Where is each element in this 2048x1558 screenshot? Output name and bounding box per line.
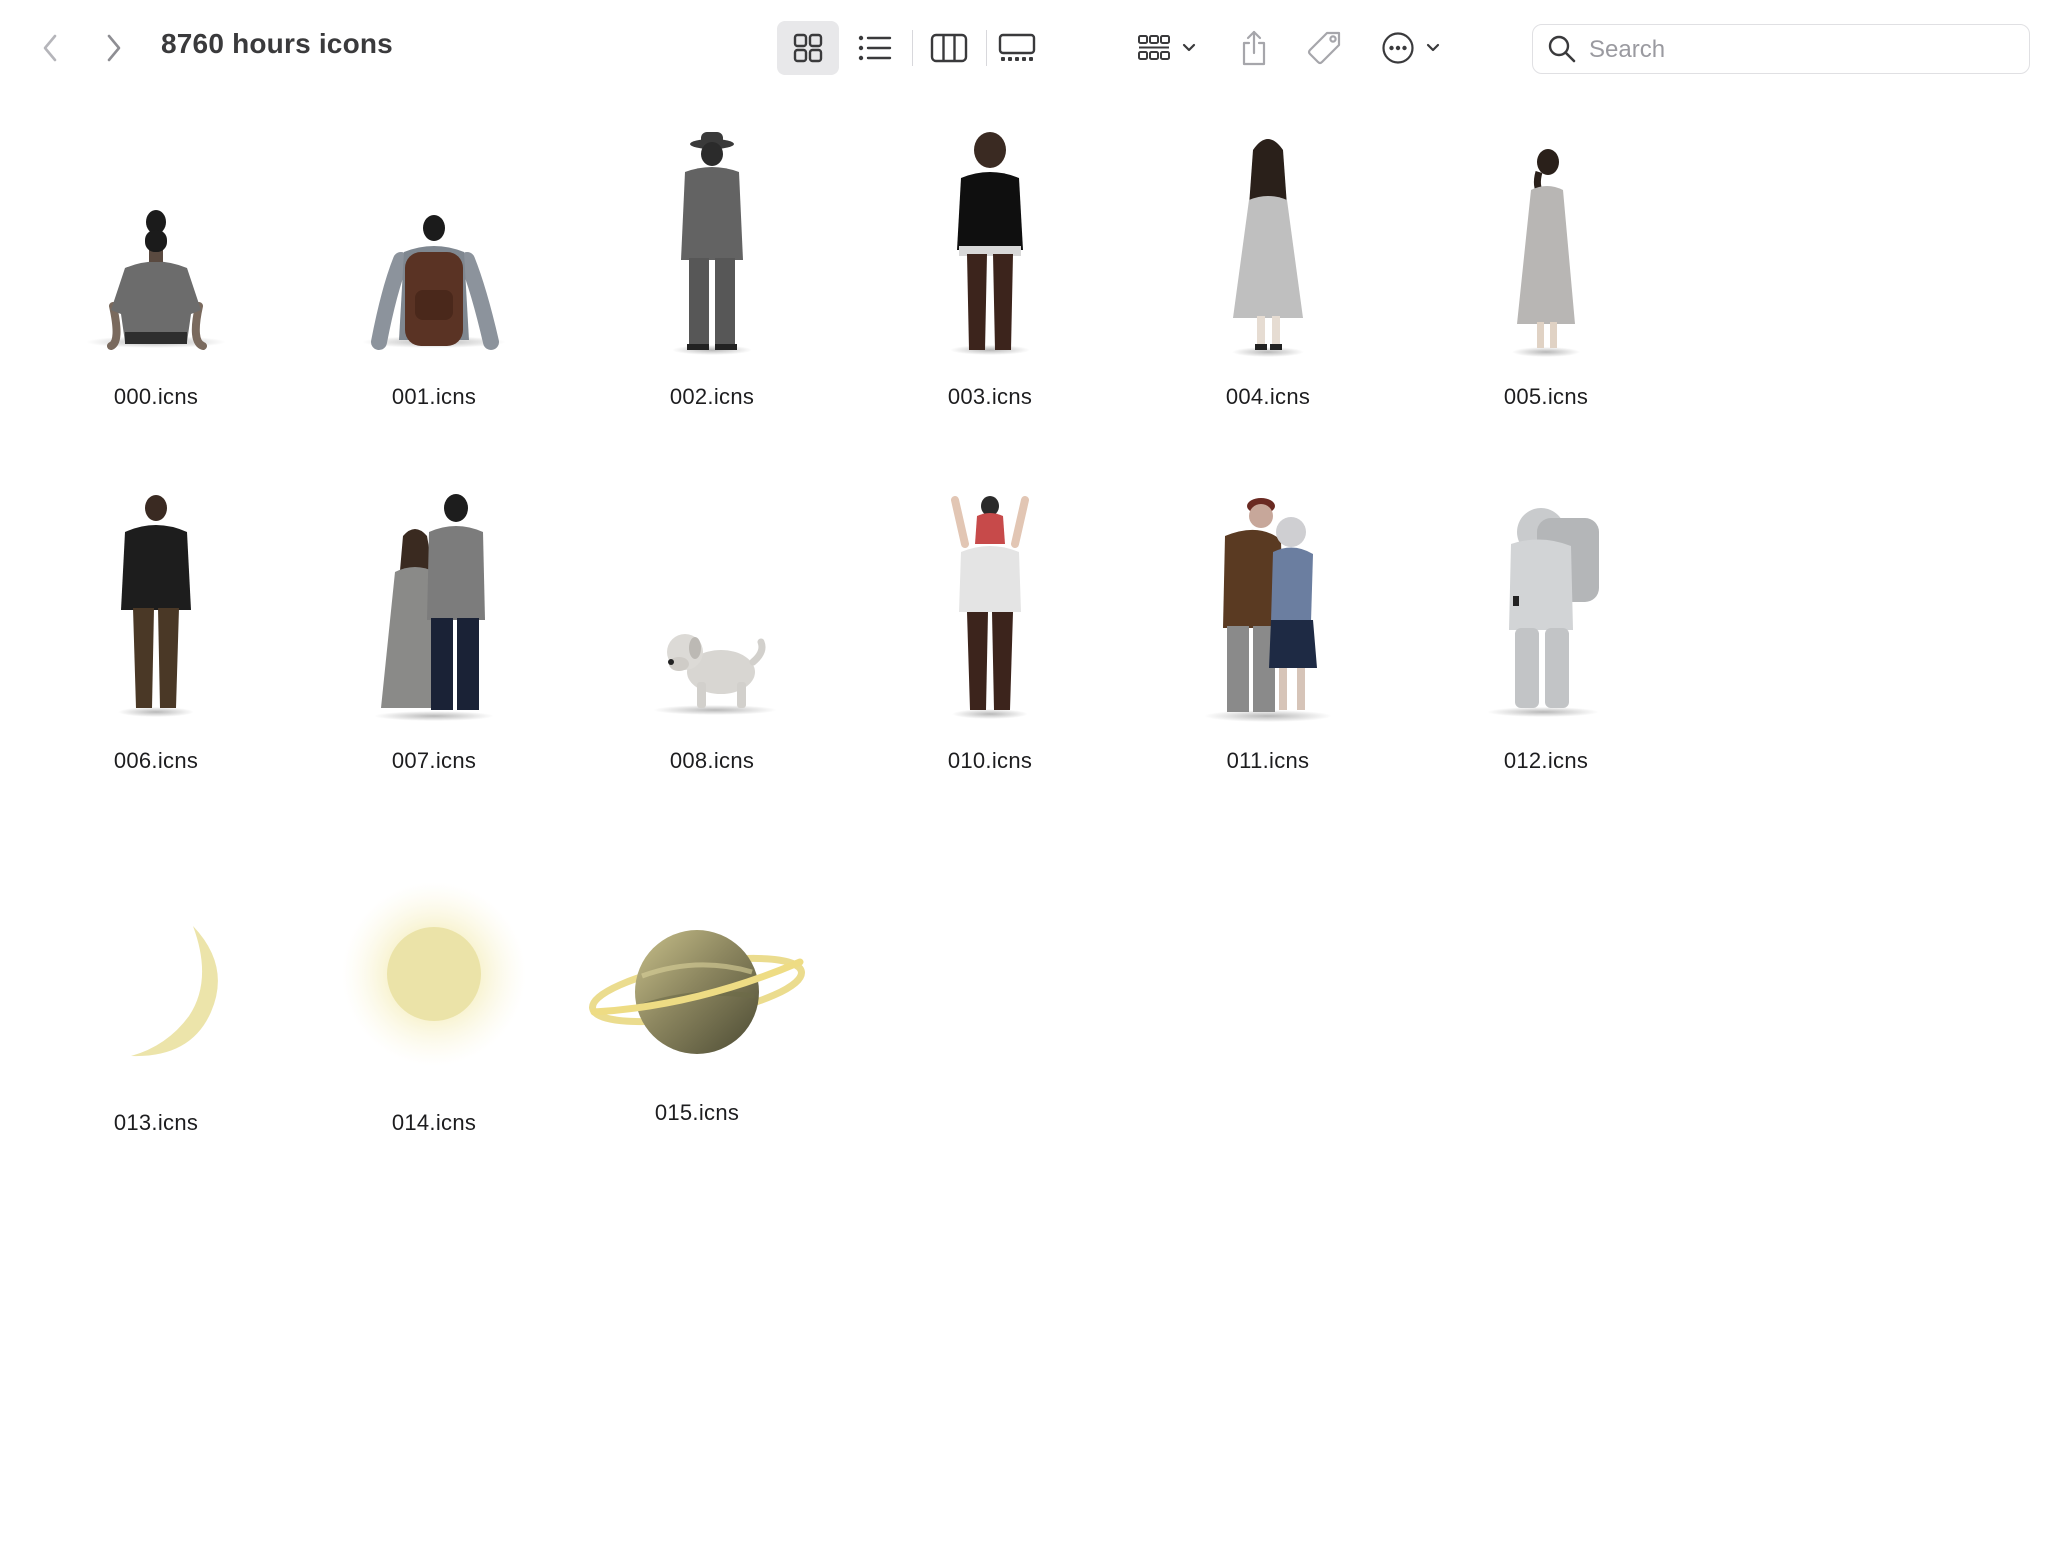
column-view-button[interactable] [918,21,980,75]
file-name: 012.icns [1503,748,1589,773]
elderly-couple-icon [1153,472,1383,732]
file-name: 013.icns [113,1110,199,1135]
file-name: 007.icns [391,748,477,773]
column-view-icon [930,33,968,63]
tag-button[interactable] [1296,21,1354,75]
file-item[interactable]: 002.icns [597,110,827,440]
file-item[interactable]: 005.icns [1431,110,1661,440]
file-name: 015.icns [654,1100,740,1125]
forward-button[interactable] [92,28,136,68]
file-item[interactable]: 013.icns [41,836,271,1166]
father-carrying-child-icon [875,472,1105,732]
file-item[interactable]: 008.icns [597,472,827,802]
file-item[interactable]: 001.icns [319,110,549,440]
dog-icon [597,472,827,732]
list-view-button[interactable] [844,21,906,75]
more-actions-icon [1382,32,1414,64]
search-field[interactable] [1532,24,2030,74]
man-with-hat-icon [597,110,827,370]
file-name: 014.icns [391,1110,477,1135]
chevron-down-icon [1426,43,1440,52]
share-icon [1242,30,1266,66]
list-view-icon [858,35,892,61]
man-black-jacket-icon [41,472,271,732]
gallery-view-icon [998,33,1036,61]
file-item[interactable]: 006.icns [41,472,271,802]
file-name: 001.icns [391,384,477,409]
file-item[interactable]: 010.icns [875,472,1105,802]
icon-view-button[interactable] [777,21,839,75]
file-name: 006.icns [113,748,199,773]
file-name: 004.icns [1225,384,1311,409]
group-by-icon [1138,35,1170,60]
file-item[interactable]: 015.icns [582,836,812,1166]
woman-black-sweater-icon [875,110,1105,370]
saturn-planet-icon [582,836,812,1096]
back-button[interactable] [28,28,72,68]
file-name: 005.icns [1503,384,1589,409]
file-item[interactable]: 000.icns [41,110,271,440]
more-actions-button[interactable] [1376,21,1446,75]
chevron-left-icon [43,34,57,62]
person-with-backpack-icon [319,110,549,370]
file-name: 003.icns [947,384,1033,409]
chevron-right-icon [107,34,121,62]
file-name: 011.icns [1226,748,1310,773]
file-item[interactable]: 014.icns [319,836,549,1166]
icon-view-icon [793,33,823,63]
share-button[interactable] [1226,21,1282,75]
search-input[interactable] [1587,31,2011,69]
file-item[interactable]: 004.icns [1153,110,1383,440]
chevron-down-icon [1182,43,1196,52]
person-sitting-icon [41,110,271,370]
file-item[interactable]: 003.icns [875,110,1105,440]
woman-long-hair-dress-icon [1153,110,1383,370]
file-name: 000.icns [113,384,199,409]
file-name: 008.icns [669,748,755,773]
window-title: 8760 hours icons [161,28,393,59]
tag-icon [1307,31,1341,65]
gallery-view-button[interactable] [986,21,1048,75]
crescent-moon-icon [41,836,271,1096]
file-item[interactable]: 012.icns [1431,472,1661,802]
sun-icon [319,836,549,1096]
toolbar-separator [912,30,913,66]
file-name: 010.icns [947,748,1033,773]
toolbar: 8760 hours icons [0,0,2048,96]
astronaut-icon [1431,472,1661,732]
file-item[interactable]: 007.icns [319,472,549,802]
file-name: 002.icns [669,384,755,409]
search-icon [1548,35,1576,63]
woman-ponytail-dress-icon [1431,110,1661,370]
group-by-button[interactable] [1130,21,1204,75]
file-item[interactable]: 011.icns [1153,472,1383,802]
couple-icon [319,472,549,732]
